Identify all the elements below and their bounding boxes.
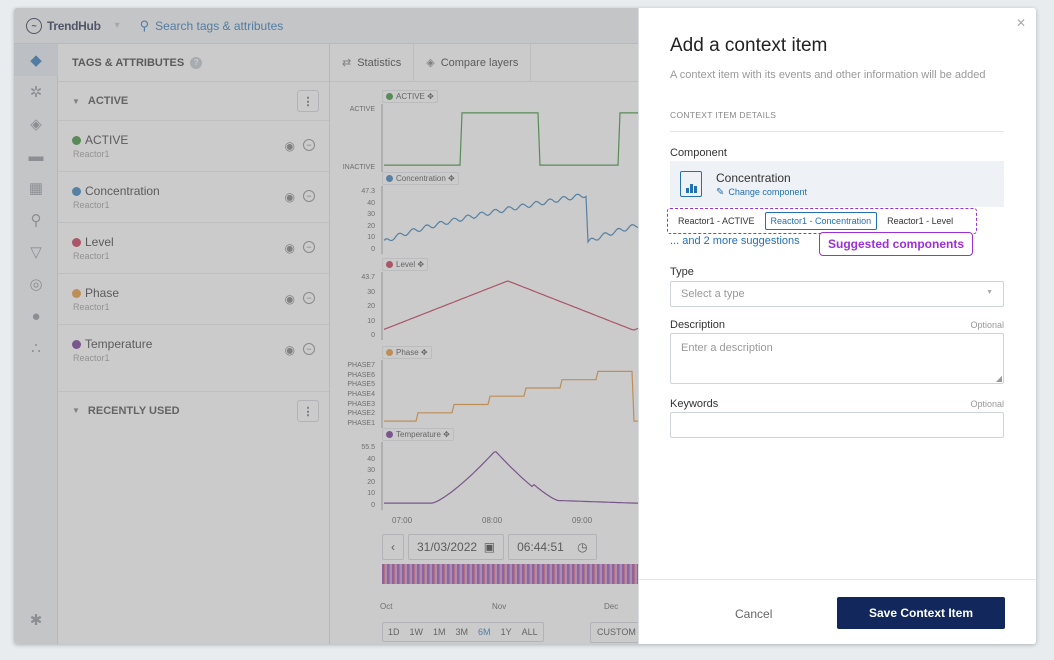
component-card: Concentration ✎ Change component <box>670 161 1004 207</box>
modal-backdrop[interactable] <box>14 8 638 644</box>
section-divider <box>670 131 1004 132</box>
dialog-subtitle: A context item with its events and other… <box>670 69 986 81</box>
description-field[interactable]: Enter a description ◢ <box>670 333 1004 384</box>
dialog-footer: Cancel Save Context Item <box>639 579 1036 644</box>
component-label: Component <box>670 147 727 159</box>
description-label: Description <box>670 319 726 331</box>
section-heading: CONTEXT ITEM DETAILS <box>670 110 777 120</box>
app-window: ~ TrendHub ▾ ⚲ Search tags & attributes … <box>14 8 1036 644</box>
save-context-item-button[interactable]: Save Context Item <box>837 597 1005 629</box>
component-name: Concentration <box>716 170 791 185</box>
suggestion-chip[interactable]: Reactor1 - ACTIVE <box>672 212 761 230</box>
cancel-button[interactable]: Cancel <box>735 607 772 621</box>
suggestion-chip[interactable]: Reactor1 - Level <box>881 212 959 230</box>
type-label: Type <box>670 266 694 278</box>
optional-tag: Optional <box>970 399 1004 409</box>
optional-tag: Optional <box>970 320 1004 330</box>
close-icon[interactable]: ✕ <box>1016 16 1026 30</box>
more-suggestions-link[interactable]: ... and 2 more suggestions <box>670 235 800 247</box>
chevron-down-icon: ▼ <box>986 289 993 296</box>
resize-grip-icon[interactable]: ◢ <box>996 374 1002 383</box>
type-placeholder: Select a type <box>681 288 745 300</box>
component-icon <box>680 171 702 197</box>
change-component-label: Change component <box>728 187 807 197</box>
keywords-label: Keywords <box>670 398 719 410</box>
add-context-item-dialog: ✕ Add a context item A context item with… <box>638 8 1036 644</box>
suggestion-chip[interactable]: Reactor1 - Concentration <box>764 212 878 230</box>
pencil-icon: ✎ <box>716 186 725 198</box>
type-select[interactable]: Select a type ▼ <box>670 281 1004 307</box>
dialog-title: Add a context item <box>670 35 828 56</box>
keywords-field[interactable] <box>670 412 1004 438</box>
suggested-components: Reactor1 - ACTIVE Reactor1 - Concentratio… <box>667 208 977 234</box>
change-component-link[interactable]: ✎ Change component <box>716 187 807 198</box>
suggested-components-callout: Suggested components <box>819 232 974 256</box>
description-placeholder: Enter a description <box>681 342 773 354</box>
